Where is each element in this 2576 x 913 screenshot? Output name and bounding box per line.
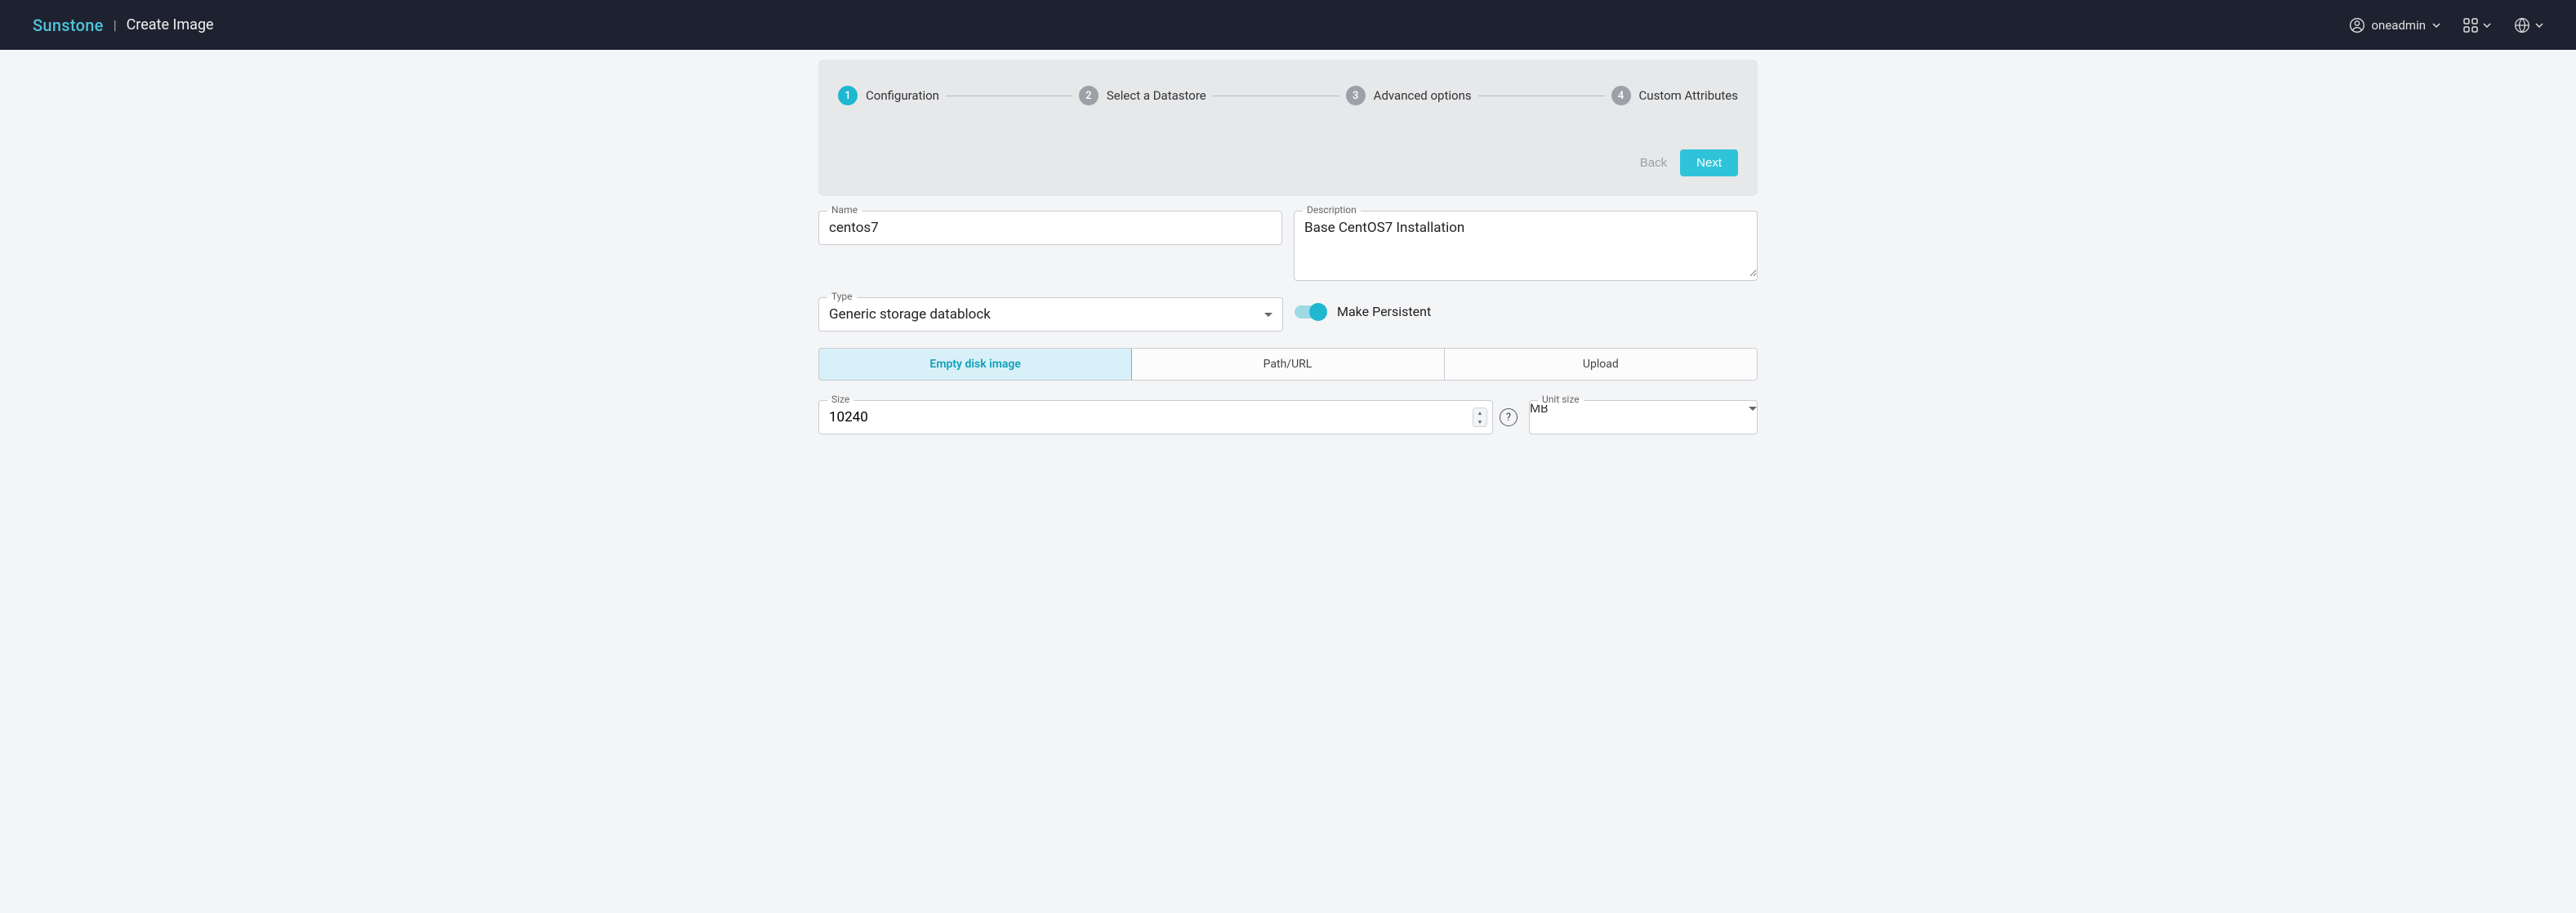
step-label: Custom Attributes [1639,88,1738,103]
stepper: 1 Configuration 2 Select a Datastore 3 A… [838,86,1738,105]
chevron-down-icon [1749,407,1757,411]
step-custom-attributes[interactable]: 4 Custom Attributes [1611,86,1738,105]
username-label: oneadmin [2372,18,2427,33]
description-input[interactable]: Base CentOS7 Installation [1295,212,1757,277]
header-right: oneadmin [2349,17,2544,33]
row-name-description: Name Description Base CentOS7 Installati… [818,211,1758,281]
spinner-down-icon[interactable]: ▼ [1473,417,1486,426]
name-field[interactable]: Name [818,211,1282,245]
spinner-up-icon[interactable]: ▲ [1473,408,1486,417]
grid-icon [2463,18,2478,33]
title-divider: | [114,17,117,33]
chevron-down-icon [2432,21,2440,29]
chevron-down-icon [2483,21,2491,29]
user-icon [2349,17,2365,33]
type-select[interactable]: Generic storage datablock [819,298,1282,331]
type-label: Type [827,291,857,302]
step-advanced-options[interactable]: 3 Advanced options [1346,86,1472,105]
main-content: 1 Configuration 2 Select a Datastore 3 A… [818,50,1758,467]
size-spinner[interactable]: ▲ ▼ [1473,408,1487,427]
row-size-unit: Size ▲ ▼ ? Unit size MB [818,400,1758,434]
step-label: Advanced options [1374,88,1472,103]
step-label: Select a Datastore [1107,88,1206,103]
step-number: 3 [1346,86,1366,105]
step-label: Configuration [866,88,939,103]
source-tabs: Empty disk image Path/URL Upload [818,348,1758,381]
size-label: Size [827,394,853,405]
toggle-knob [1309,303,1327,321]
tab-empty-disk-image[interactable]: Empty disk image [818,348,1132,381]
page-title: Create Image [127,16,214,33]
stepper-card: 1 Configuration 2 Select a Datastore 3 A… [818,60,1758,196]
persistent-toggle[interactable] [1295,305,1326,318]
header-left: Sunstone | Create Image [33,16,214,35]
unit-size-field[interactable]: Unit size MB [1529,400,1758,434]
step-number: 1 [838,86,858,105]
app-header: Sunstone | Create Image oneadmin [0,0,2576,50]
chevron-down-icon [1264,313,1272,317]
size-input[interactable] [819,401,1473,434]
help-icon[interactable]: ? [1500,408,1518,426]
name-label: Name [827,204,862,216]
user-menu[interactable]: oneadmin [2349,17,2441,33]
name-input[interactable] [819,212,1281,244]
tab-upload[interactable]: Upload [1445,349,1757,380]
apps-menu[interactable] [2463,18,2491,33]
brand-logo[interactable]: Sunstone [33,16,104,35]
description-label: Description [1303,204,1361,216]
persistent-field: Make Persistent [1295,297,1758,326]
unit-size-label: Unit size [1538,394,1584,405]
stepper-actions: Back Next [838,149,1738,176]
type-value: Generic storage datablock [829,306,991,323]
size-field-wrap: Size ▲ ▼ ? [818,400,1518,434]
step-number: 4 [1611,86,1631,105]
globe-icon [2514,17,2530,33]
description-field[interactable]: Description Base CentOS7 Installation [1294,211,1758,281]
back-button[interactable]: Back [1640,156,1667,170]
persistent-label: Make Persistent [1337,304,1431,319]
size-field[interactable]: Size ▲ ▼ [818,400,1493,434]
language-menu[interactable] [2514,17,2543,33]
step-configuration[interactable]: 1 Configuration [838,86,939,105]
step-select-datastore[interactable]: 2 Select a Datastore [1079,86,1206,105]
tab-path-url[interactable]: Path/URL [1131,349,1444,380]
type-field[interactable]: Type Generic storage datablock [818,297,1283,332]
step-number: 2 [1079,86,1099,105]
row-type-persistent: Type Generic storage datablock Make Pers… [818,297,1758,332]
chevron-down-icon [2535,21,2543,29]
next-button[interactable]: Next [1680,149,1738,176]
